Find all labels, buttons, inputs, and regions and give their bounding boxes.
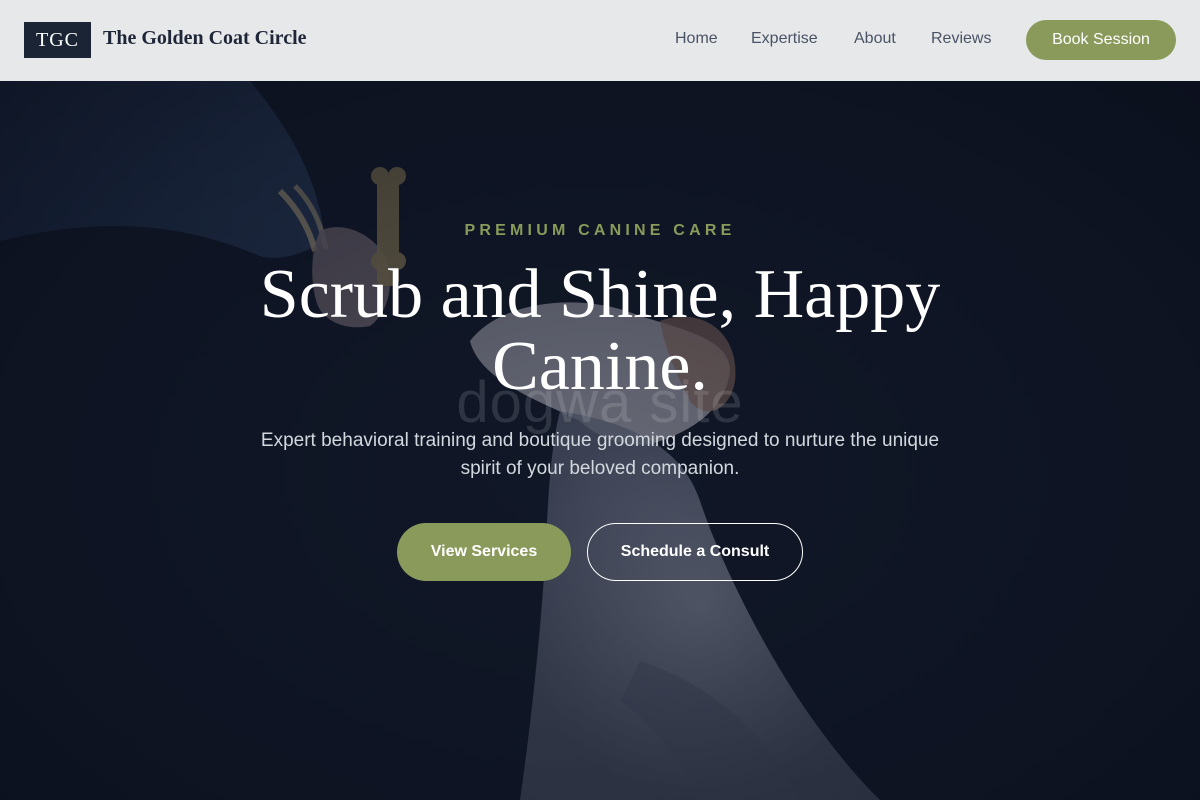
site-header: TGC The Golden Coat Circle Home Expertis…	[0, 0, 1200, 81]
main-nav: Home Expertise About Reviews	[0, 30, 1200, 52]
book-session-button[interactable]: Book Session	[1026, 20, 1176, 60]
schedule-consult-button[interactable]: Schedule a Consult	[587, 523, 803, 581]
nav-about[interactable]: About	[854, 30, 896, 48]
nav-reviews[interactable]: Reviews	[931, 30, 991, 48]
watermark-text: dogwa site	[456, 370, 744, 435]
view-services-button[interactable]: View Services	[397, 523, 571, 581]
nav-expertise[interactable]: Expertise	[751, 30, 818, 48]
hero-eyebrow: PREMIUM CANINE CARE	[464, 222, 736, 239]
hero-section: PREMIUM CANINE CARE Scrub and Shine, Hap…	[0, 81, 1200, 800]
hero-subtext: Expert behavioral training and boutique …	[260, 430, 940, 479]
nav-home[interactable]: Home	[675, 30, 718, 48]
